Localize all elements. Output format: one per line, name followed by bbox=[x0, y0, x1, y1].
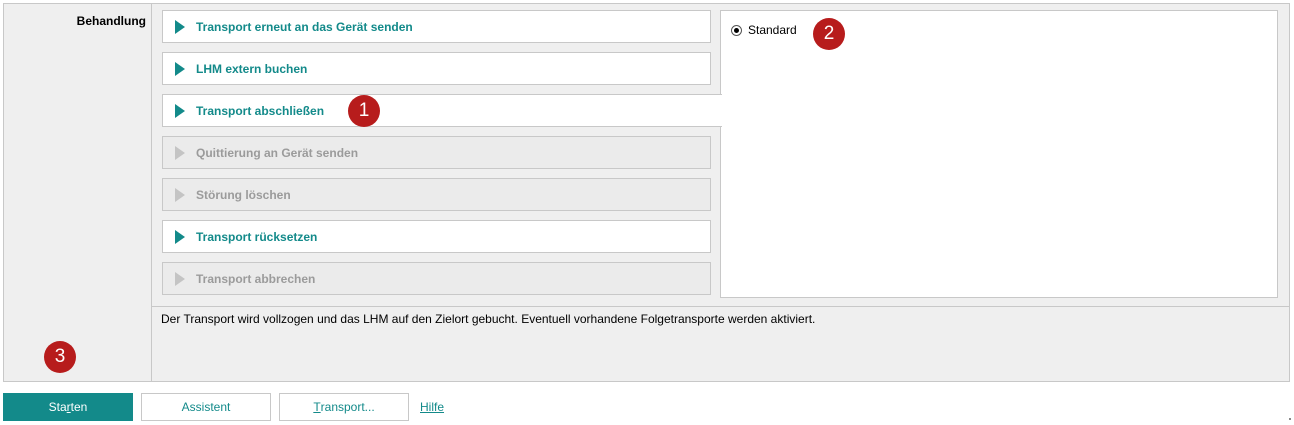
play-icon bbox=[175, 271, 185, 286]
action-label: Quittierung an Gerät senden bbox=[196, 145, 359, 160]
action-send-acknowledgement: Quittierung an Gerät senden bbox=[162, 136, 711, 169]
action-description: Der Transport wird vollzogen und das LHM… bbox=[161, 312, 816, 326]
assistant-button[interactable]: Assistent bbox=[141, 393, 271, 421]
action-label: Transport abschließen bbox=[196, 103, 325, 118]
action-clear-fault: Störung löschen bbox=[162, 178, 711, 211]
action-label: Transport rücksetzen bbox=[196, 229, 318, 244]
transport-button[interactable]: Transport... bbox=[279, 393, 409, 421]
play-icon bbox=[175, 19, 185, 34]
action-resend-transport[interactable]: Transport erneut an das Gerät senden bbox=[162, 10, 711, 43]
start-label-part: ten bbox=[70, 400, 88, 414]
action-reset-transport[interactable]: Transport rücksetzen bbox=[162, 220, 711, 253]
action-complete-transport[interactable]: Transport abschließen bbox=[162, 94, 722, 127]
action-label: Störung löschen bbox=[196, 187, 291, 202]
action-label: Transport abbrechen bbox=[196, 271, 316, 286]
radio-label: Standard bbox=[748, 23, 797, 37]
start-button[interactable]: Sta r ten bbox=[3, 393, 133, 421]
description-divider bbox=[152, 306, 1289, 307]
play-icon bbox=[175, 187, 185, 202]
start-label-part: Sta bbox=[48, 400, 67, 414]
action-label: LHM extern buchen bbox=[196, 61, 308, 76]
options-box: Standard bbox=[720, 10, 1278, 298]
action-book-lhm-external[interactable]: LHM extern buchen bbox=[162, 52, 711, 85]
action-cancel-transport: Transport abbrechen bbox=[162, 262, 711, 295]
assistant-label: Assistent bbox=[181, 400, 231, 414]
action-area: Transport erneut an das Gerät senden LHM… bbox=[152, 4, 1289, 306]
callout-marker-1: 1 bbox=[348, 95, 380, 127]
transport-label-mnemonic: T bbox=[313, 400, 321, 414]
radio-button[interactable] bbox=[731, 24, 742, 36]
play-icon bbox=[175, 61, 185, 76]
play-icon bbox=[175, 145, 185, 160]
section-label: Behandlung bbox=[76, 14, 146, 28]
help-link[interactable]: Hilfe bbox=[420, 400, 444, 414]
callout-marker-3: 3 bbox=[44, 341, 76, 373]
label-column: Behandlung bbox=[4, 4, 152, 381]
play-icon bbox=[175, 103, 185, 118]
resize-grip bbox=[1289, 418, 1291, 420]
callout-marker-2: 2 bbox=[813, 18, 845, 50]
action-label: Transport erneut an das Gerät senden bbox=[196, 19, 413, 34]
transport-label-part: ransport... bbox=[320, 400, 375, 414]
standard-option[interactable]: Standard bbox=[731, 23, 797, 37]
play-icon bbox=[175, 229, 185, 244]
